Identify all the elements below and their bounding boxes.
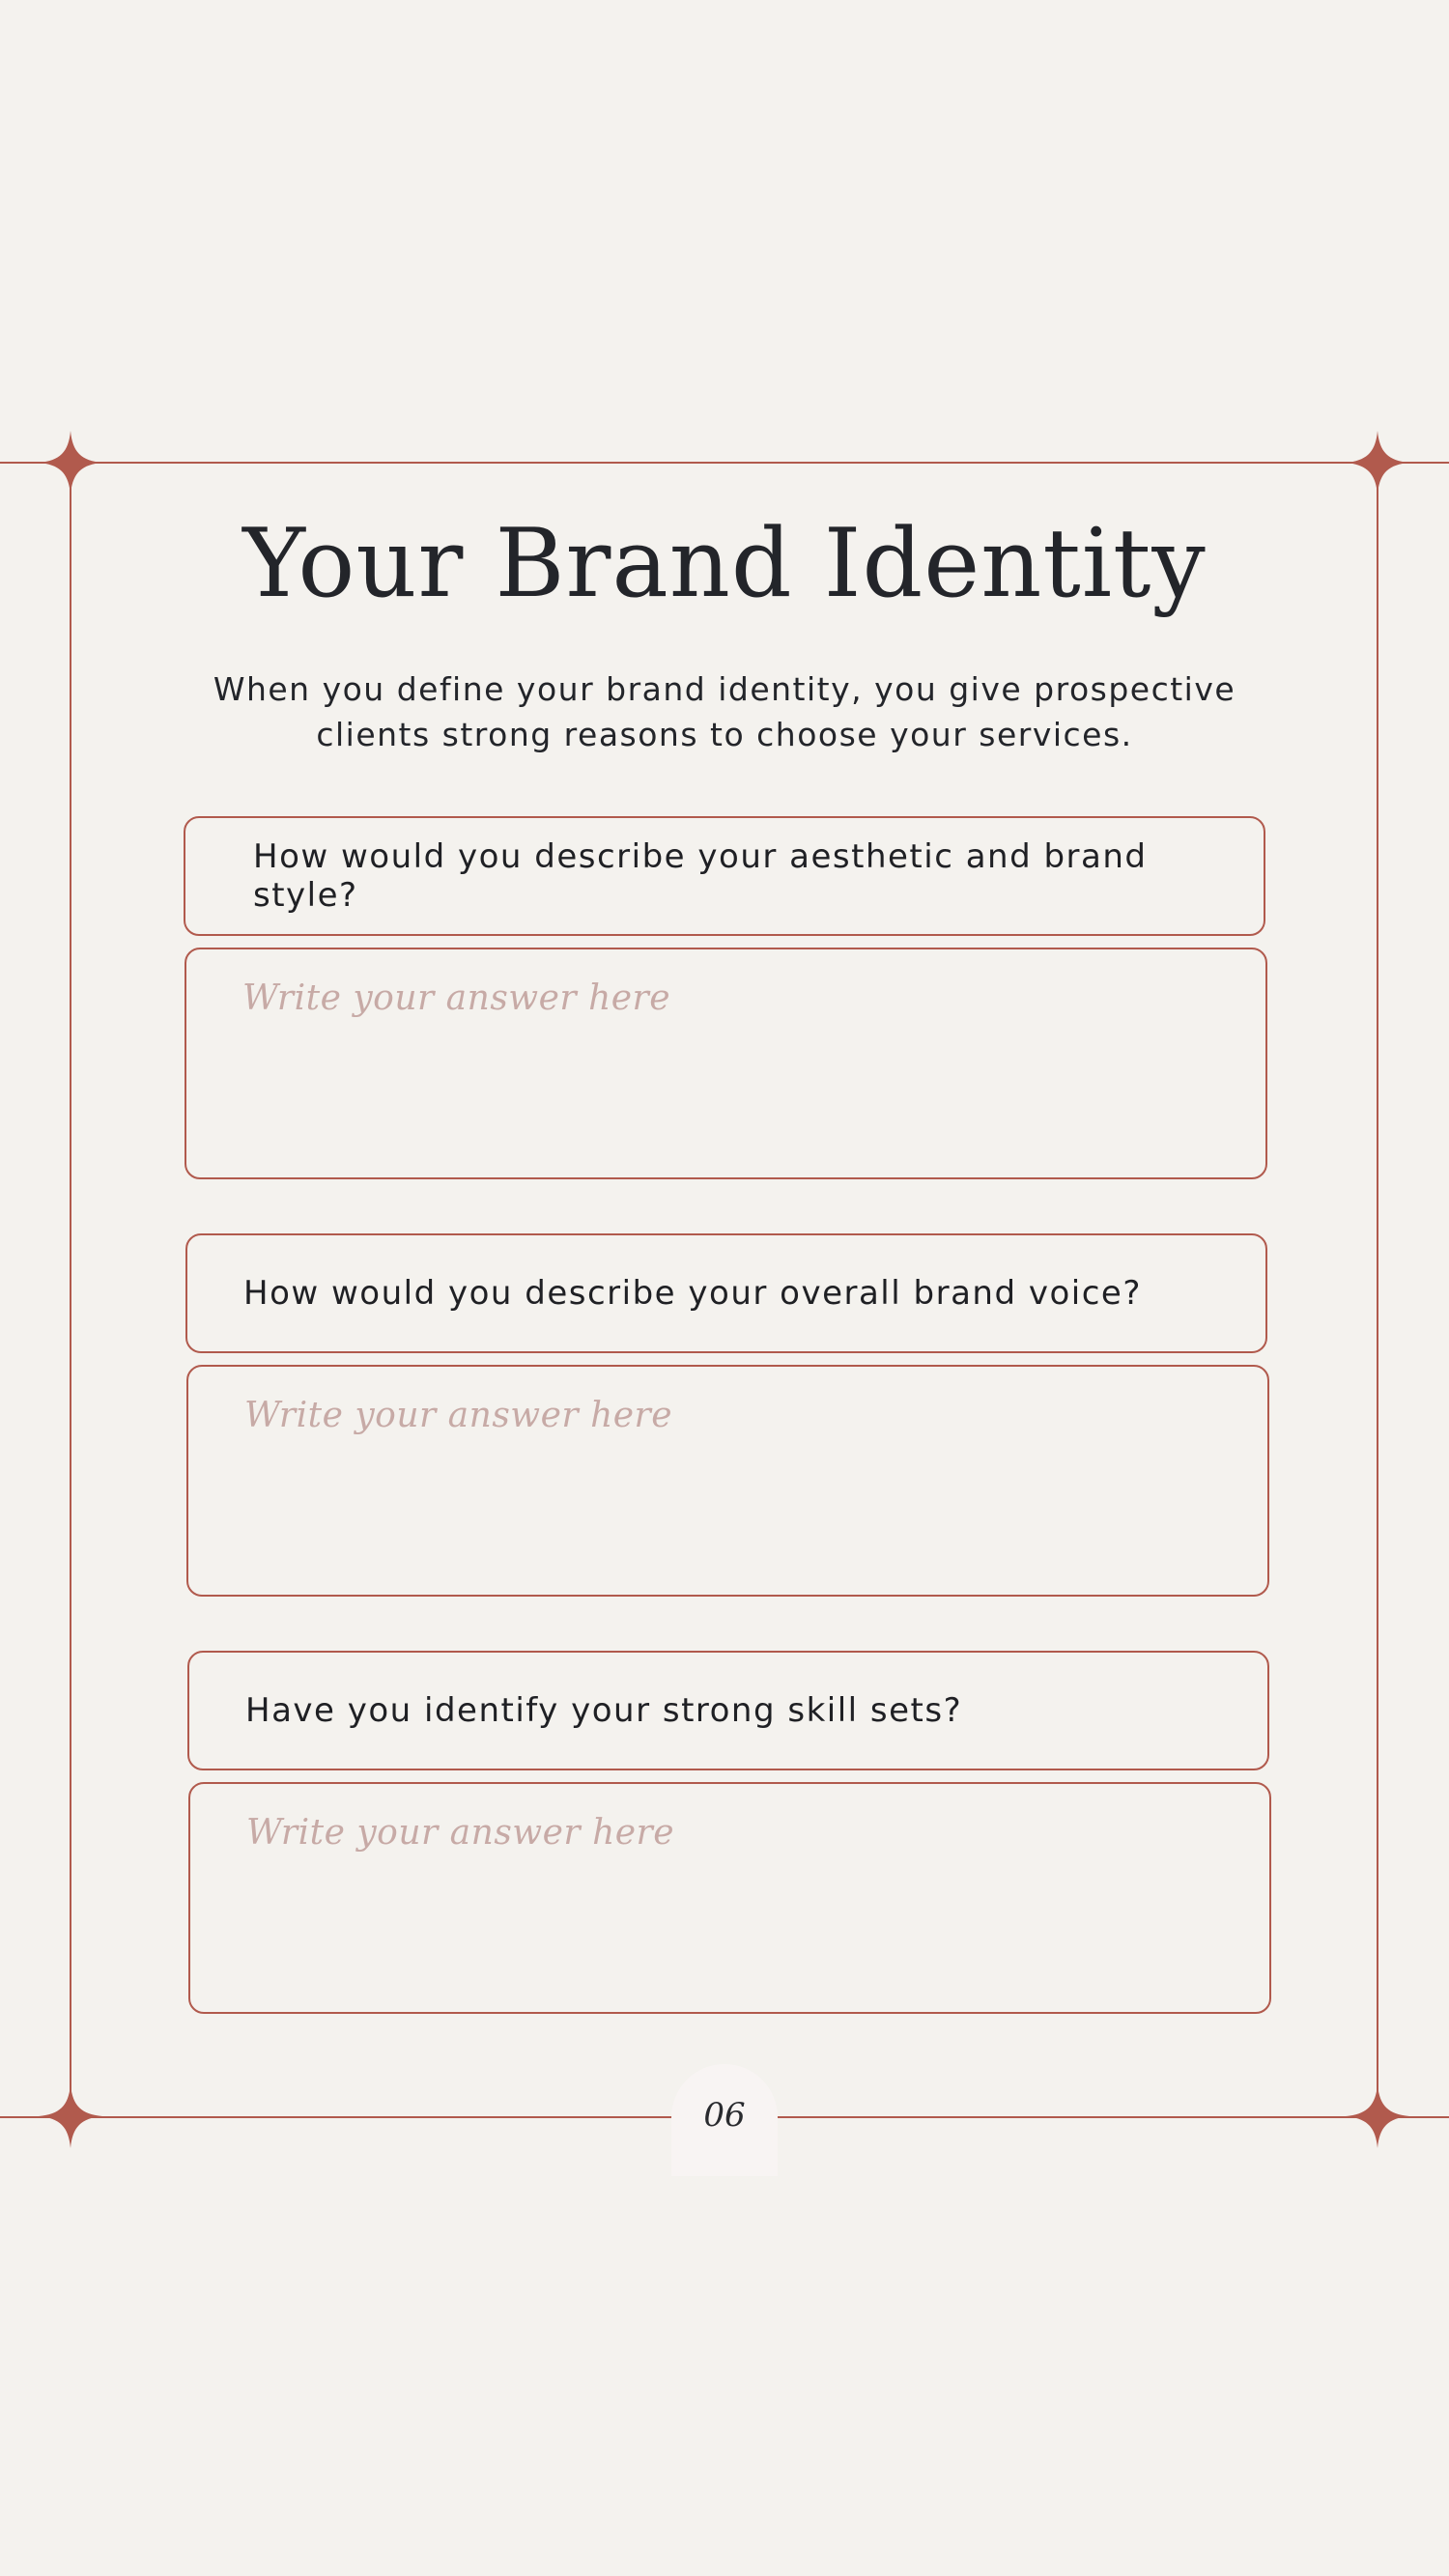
- frame-right-line: [1377, 463, 1378, 2117]
- page-subtitle: When you define your brand identity, you…: [193, 666, 1256, 757]
- subtitle-line: clients strong reasons to choose your se…: [316, 716, 1133, 753]
- page-number: 06: [703, 2096, 746, 2135]
- frame-top-line: [0, 462, 1449, 464]
- four-point-star-icon: [1346, 431, 1409, 495]
- subtitle-line: When you define your brand identity, you…: [213, 670, 1236, 708]
- four-point-star-icon: [39, 2084, 102, 2148]
- answer-field[interactable]: Write your answer here: [188, 1782, 1271, 2014]
- four-point-star-icon: [1346, 2084, 1409, 2148]
- question-text: How would you describe your overall bran…: [243, 1274, 1142, 1313]
- answer-field[interactable]: Write your answer here: [186, 1365, 1269, 1597]
- answer-placeholder: Write your answer here: [242, 978, 671, 1018]
- question-box: How would you describe your overall bran…: [185, 1233, 1267, 1353]
- question-text: Have you identify your strong skill sets…: [245, 1691, 963, 1730]
- answer-placeholder: Write your answer here: [244, 1396, 673, 1435]
- four-point-star-icon: [39, 431, 102, 495]
- question-box: Have you identify your strong skill sets…: [187, 1651, 1269, 1770]
- answer-placeholder: Write your answer here: [246, 1813, 675, 1853]
- answer-field[interactable]: Write your answer here: [185, 948, 1267, 1179]
- question-box: How would you describe your aesthetic an…: [184, 816, 1265, 936]
- frame-left-line: [70, 463, 71, 2117]
- page-title: Your Brand Identity: [242, 509, 1207, 619]
- question-text: How would you describe your aesthetic an…: [253, 837, 1148, 915]
